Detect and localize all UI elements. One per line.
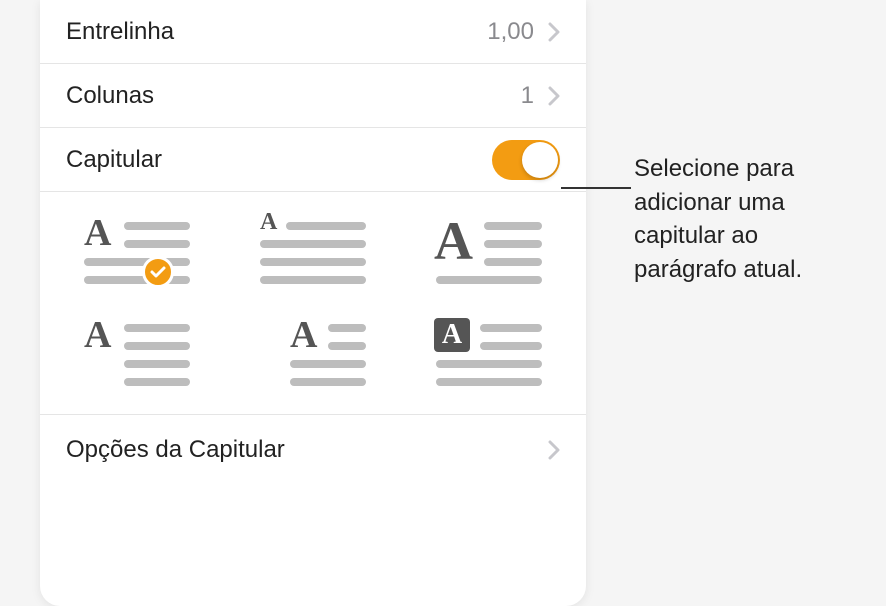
row-drop-cap: Capitular [40,128,586,192]
row-line-spacing[interactable]: Entrelinha 1,00 [40,0,586,64]
line-spacing-label: Entrelinha [66,18,174,46]
drop-cap-style-1[interactable]: A [54,216,220,288]
drop-cap-style-4[interactable]: A [54,318,220,390]
columns-label: Colunas [66,82,154,110]
row-columns[interactable]: Colunas 1 [40,64,586,128]
drop-cap-toggle[interactable] [492,140,560,180]
text-format-panel: Entrelinha 1,00 Colunas 1 Capitular [40,0,586,606]
columns-right: 1 [521,82,560,110]
letter-a-icon: A [290,316,317,354]
columns-value: 1 [521,82,534,110]
drop-cap-options-label: Opções da Capitular [66,436,285,464]
callout-text: Selecione para adicionar uma capitular a… [634,152,866,286]
drop-cap-right [492,140,560,180]
drop-cap-style-3[interactable]: A [406,216,572,288]
drop-cap-style-5[interactable]: A [230,318,396,390]
drop-cap-style-2[interactable]: A [230,216,396,288]
chevron-right-icon [548,86,560,106]
check-icon [142,256,174,288]
letter-a-icon: A [84,316,111,354]
letter-a-icon: A [84,214,111,252]
callout-leader-line [561,187,631,189]
drop-cap-style-6[interactable]: A [406,318,572,390]
line-spacing-right: 1,00 [487,18,560,46]
row-drop-cap-options[interactable]: Opções da Capitular [40,415,586,485]
letter-a-boxed-icon: A [434,318,470,352]
drop-cap-style-grid: A A [54,216,572,390]
letter-a-icon: A [260,210,277,234]
toggle-knob [522,142,558,178]
chevron-right-icon [548,440,560,460]
drop-cap-label: Capitular [66,146,162,174]
chevron-right-icon [548,22,560,42]
drop-cap-style-section: A A [40,192,586,415]
line-spacing-value: 1,00 [487,18,534,46]
letter-a-icon: A [434,214,473,268]
drop-cap-options-right [548,440,560,460]
